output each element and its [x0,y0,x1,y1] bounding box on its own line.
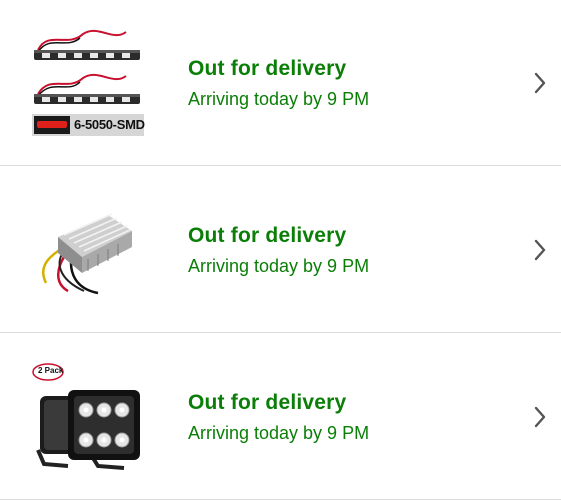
chevron-right-icon[interactable] [531,71,549,95]
status-title: Out for delivery [188,391,347,414]
order-row[interactable]: 2 Pack Out for delivery Arriving today b… [0,334,561,500]
delivery-status: Out for delivery Arriving today by 9 PM [188,390,369,445]
product-thumbnail [28,187,148,311]
product-thumbnail: 6-5050-SMD [28,20,148,144]
chevron-right-icon[interactable] [531,238,549,262]
order-list: 6-5050-SMD Out for delivery Arriving tod… [0,0,561,500]
eta-text: Arriving today by 9 PM [188,423,370,443]
order-row[interactable]: Out for delivery Arriving today by 9 PM [0,167,561,333]
chevron-right-icon[interactable] [531,405,549,429]
status-title: Out for delivery [188,57,347,80]
eta-text: Arriving today by 9 PM [188,256,370,276]
delivery-status: Out for delivery Arriving today by 9 PM [188,56,369,111]
delivery-status: Out for delivery Arriving today by 9 PM [188,223,369,278]
order-row[interactable]: 6-5050-SMD Out for delivery Arriving tod… [0,0,561,166]
eta-text: Arriving today by 9 PM [188,89,370,109]
product-thumbnail: 2 Pack [28,354,148,478]
voltage-converter-icon [41,213,132,295]
thumb-badge: 2 Pack [38,366,64,375]
thumb-caption: 6-5050-SMD [74,117,145,132]
status-title: Out for delivery [188,224,347,247]
